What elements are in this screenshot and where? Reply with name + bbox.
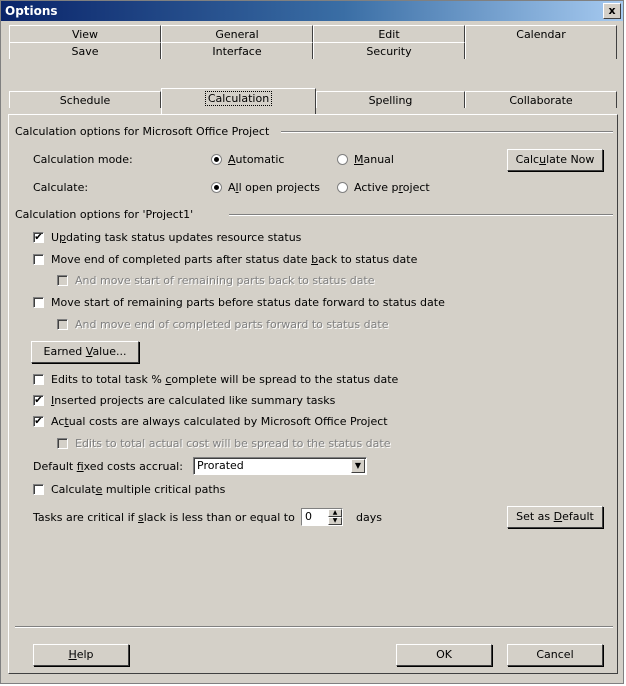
- checkbox-move-start-remaining-back: [57, 275, 68, 286]
- tab-view[interactable]: View: [9, 25, 161, 42]
- group-header-project1: Calculation options for 'Project1': [15, 208, 198, 221]
- tab-spelling[interactable]: Spelling: [316, 91, 465, 108]
- close-icon[interactable]: x: [603, 3, 621, 19]
- radio-automatic[interactable]: [211, 154, 222, 165]
- spin-up-icon[interactable]: ▲: [328, 509, 342, 517]
- tab-schedule[interactable]: Schedule: [9, 91, 161, 108]
- checkbox-move-start-remaining-label: Move start of remaining parts before sta…: [51, 296, 445, 309]
- checkbox-edits-total-task[interactable]: [33, 374, 44, 385]
- critical-slack-label: Tasks are critical if slack is less than…: [33, 511, 295, 524]
- tab-collaborate[interactable]: Collaborate: [465, 91, 617, 108]
- critical-slack-unit: days: [356, 511, 382, 524]
- checkbox-edits-total-actual-cost-label: Edits to total actual cost will be sprea…: [75, 437, 391, 450]
- group-divider: [229, 214, 613, 216]
- title-bar: Options x: [1, 1, 623, 21]
- group-header-project: Calculation options for Microsoft Office…: [15, 125, 274, 138]
- checkbox-move-end-completed-forward: [57, 319, 68, 330]
- tab-interface[interactable]: Interface: [161, 42, 313, 59]
- spin-down-icon[interactable]: ▼: [328, 517, 342, 525]
- tab-empty: [465, 42, 617, 59]
- checkbox-edits-total-actual-cost: [57, 438, 68, 449]
- checkbox-edits-total-task-label: Edits to total task % complete will be s…: [51, 373, 399, 386]
- checkbox-move-start-remaining[interactable]: [33, 297, 44, 308]
- dialog-title: Options: [5, 4, 58, 18]
- checkbox-move-end-completed[interactable]: [33, 254, 44, 265]
- critical-slack-value: 0: [305, 510, 312, 523]
- checkbox-multiple-critical-paths-label: Calculate multiple critical paths: [51, 483, 226, 496]
- tab-calendar[interactable]: Calendar: [465, 25, 617, 42]
- calculate-label: Calculate:: [33, 181, 89, 194]
- fixed-costs-dropdown[interactable]: Prorated ▼: [193, 457, 367, 475]
- checkbox-inserted-projects[interactable]: ✔: [33, 395, 44, 406]
- radio-manual-label: Manual: [354, 153, 394, 166]
- calculation-mode-label: Calculation mode:: [33, 153, 133, 166]
- radio-all-open-projects-label: All open projects: [228, 181, 321, 194]
- tab-edit[interactable]: Edit: [313, 25, 465, 42]
- fixed-costs-value: Prorated: [197, 459, 244, 472]
- earned-value-button[interactable]: Earned Value...: [31, 341, 139, 363]
- radio-active-project[interactable]: [337, 182, 348, 193]
- help-button[interactable]: Help: [33, 644, 129, 666]
- checkbox-actual-costs[interactable]: ✔: [33, 416, 44, 427]
- checkbox-move-end-completed-forward-label: And move end of completed parts forward …: [75, 318, 389, 331]
- chevron-down-icon[interactable]: ▼: [351, 459, 365, 473]
- group-divider: [281, 131, 613, 133]
- checkbox-updating-task-status[interactable]: ✔: [33, 232, 44, 243]
- radio-active-project-label: Active project: [354, 181, 430, 194]
- footer-divider: [15, 626, 613, 628]
- radio-manual[interactable]: [337, 154, 348, 165]
- checkbox-updating-task-status-label: Updating task status updates resource st…: [51, 231, 302, 244]
- checkbox-move-end-completed-label: Move end of completed parts after status…: [51, 253, 418, 266]
- critical-slack-stepper[interactable]: 0 ▲ ▼: [301, 508, 343, 526]
- tab-security[interactable]: Security: [313, 42, 465, 59]
- checkbox-actual-costs-label: Actual costs are always calculated by Mi…: [51, 415, 388, 428]
- radio-all-open-projects[interactable]: [211, 182, 222, 193]
- options-dialog: Options x View General Edit Calendar Sav…: [0, 0, 624, 684]
- tab-save[interactable]: Save: [9, 42, 161, 59]
- calculate-now-button[interactable]: Calculate Now: [507, 149, 603, 171]
- set-as-default-button[interactable]: Set as Default: [507, 506, 603, 528]
- fixed-costs-label: Default fixed costs accrual:: [33, 460, 183, 473]
- ok-button[interactable]: OK: [396, 644, 492, 666]
- checkbox-multiple-critical-paths[interactable]: [33, 484, 44, 495]
- radio-automatic-label: Automatic: [228, 153, 285, 166]
- checkbox-inserted-projects-label: Inserted projects are calculated like su…: [51, 394, 336, 407]
- tab-general[interactable]: General: [161, 25, 313, 42]
- cancel-button[interactable]: Cancel: [507, 644, 603, 666]
- tab-calculation[interactable]: Calculation: [161, 88, 316, 115]
- checkbox-move-start-remaining-back-label: And move start of remaining parts back t…: [75, 274, 375, 287]
